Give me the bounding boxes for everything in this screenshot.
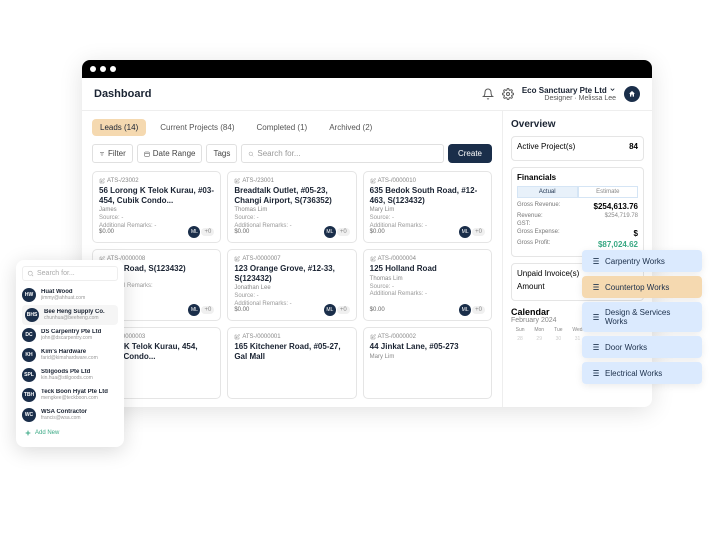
work-category[interactable]: Carpentry Works [582,250,702,272]
search-icon [27,270,34,277]
contact-item[interactable]: BHSBee Heng Supply Co.chunhua@beeheng.co… [22,305,118,325]
calendar-icon [144,151,150,157]
contact-avatar: HW [22,288,36,302]
list-icon [590,282,600,292]
work-category[interactable]: Electrical Works [582,362,702,384]
financials-box: Financials Actual Estimate Gross Revenue… [511,167,644,257]
titlebar [82,60,652,78]
lead-card[interactable]: ATS-/23001Breadtalk Outlet, #05-23, Chan… [227,171,356,243]
avatar[interactable] [624,86,640,102]
edit-icon [370,256,376,262]
filter-icon [99,151,105,157]
plus-icon [24,429,32,437]
assignee-avatar: ML [324,304,336,316]
tab[interactable]: Completed (1) [249,119,316,136]
edit-icon [234,178,240,184]
card-title: Breadtalk Outlet, #05-23, Changi Airport… [234,186,349,205]
card-title: 56 Lorong K Telok Kurau, #03-454, Cubik … [99,186,214,205]
tab-actual[interactable]: Actual [517,186,578,198]
assignee-avatar: ML [188,226,200,238]
add-new-button[interactable]: Add New [22,425,118,441]
assignee-avatar: ML [188,304,200,316]
work-category[interactable]: Door Works [582,336,702,358]
lead-card[interactable]: ATS-/000000244 Jinkat Lane, #05-273Mary … [363,327,492,399]
tab[interactable]: Leads (14) [92,119,146,136]
contact-item[interactable]: KHKim's Hardwarefarid@kimshardware.com [22,345,118,365]
app-window: Dashboard Eco Sanctuary Pte Ltd Designer… [82,60,652,407]
main-panel: Leads (14) Current Projects (84) Completed… [82,111,502,407]
window-dot[interactable] [100,66,106,72]
edit-icon [99,178,105,184]
home-icon [628,90,636,98]
edit-icon [370,334,376,340]
date-range-button[interactable]: Date Range [137,144,203,163]
contacts-search[interactable]: Search for... [22,266,118,281]
tab[interactable]: Archived (2) [321,119,380,136]
card-title: 44 Jinkat Lane, #05-273 [370,342,485,352]
work-category[interactable]: Design & Services Works [582,302,702,332]
chevron-down-icon [609,86,616,93]
list-icon [590,368,600,378]
org-selector[interactable]: Eco Sanctuary Pte Ltd Designer · Melissa… [522,86,616,102]
window-dot[interactable] [110,66,116,72]
lead-card[interactable]: ATS-/0000001165 Kitchener Road, #05-27, … [227,327,356,399]
assignee-avatar: ML [459,226,471,238]
contact-avatar: TBH [22,388,36,402]
card-title: 123 Orange Grove, #12-33, S(123432) [234,264,349,283]
search-icon [248,151,254,157]
header: Dashboard Eco Sanctuary Pte Ltd Designer… [82,78,652,111]
window-dot[interactable] [90,66,96,72]
contact-avatar: KH [22,348,36,362]
contact-item[interactable]: SPLStilgoods Pte Ltdkin.hua@stilgoods.co… [22,365,118,385]
assignee-avatar: ML [324,226,336,238]
tags-button[interactable]: Tags [206,144,237,163]
list-icon [590,312,600,322]
contact-avatar: DC [22,328,36,342]
search-input[interactable]: Search for... [241,144,444,163]
lead-card[interactable]: ATS-/0000007123 Orange Grove, #12-33, S(… [227,249,356,321]
contact-item[interactable]: TBHTeck Boon Hyat Pte Ltdmengkee@teckboo… [22,385,118,405]
overview-heading: Overview [511,119,644,130]
active-projects-row: Active Project(s)84 [517,142,638,151]
edit-icon [370,178,376,184]
lead-card[interactable]: ATS-/0000010635 Bedok South Road, #12-46… [363,171,492,243]
list-icon [590,256,600,266]
card-title: 635 Bedok South Road, #12-463, S(123432) [370,186,485,205]
lead-card[interactable]: ATS-/2300256 Lorong K Telok Kurau, #03-4… [92,171,221,243]
list-icon [590,342,600,352]
tab-estimate[interactable]: Estimate [578,186,639,198]
page-title: Dashboard [94,88,151,100]
assignee-avatar: ML [459,304,471,316]
edit-icon [234,256,240,262]
cards-grid: ATS-/2300256 Lorong K Telok Kurau, #03-4… [92,171,492,399]
contacts-panel: Search for... HWHuat Woodjimmy@ahhuat.co… [16,260,124,447]
contact-avatar: SPL [22,368,36,382]
lead-card[interactable]: ATS-/0000004125 Holland RoadThomas LimSo… [363,249,492,321]
work-category[interactable]: Countertop Works [582,276,702,298]
tab[interactable]: Current Projects (84) [152,119,242,136]
contact-avatar: BHS [25,308,39,322]
contact-item[interactable]: DCDS Carpentry Pte Ltdjohn@dscarpentry.c… [22,325,118,345]
tabs: Leads (14) Current Projects (84) Completed… [92,119,492,136]
card-title: 165 Kitchener Road, #05-27, Gal Mall [234,342,349,361]
gear-icon[interactable] [502,88,514,100]
works-panel: Carpentry Works Countertop Works Design & … [582,250,702,384]
bell-icon[interactable] [482,88,494,100]
edit-icon [234,334,240,340]
card-title: 125 Holland Road [370,264,485,274]
contact-avatar: WC [22,408,36,422]
contact-item[interactable]: WCWSA Contractorfrancis@wsa.com [22,405,118,425]
contact-item[interactable]: HWHuat Woodjimmy@ahhuat.com [22,285,118,305]
create-button[interactable]: Create [448,144,492,163]
filter-button[interactable]: Filter [92,144,133,163]
